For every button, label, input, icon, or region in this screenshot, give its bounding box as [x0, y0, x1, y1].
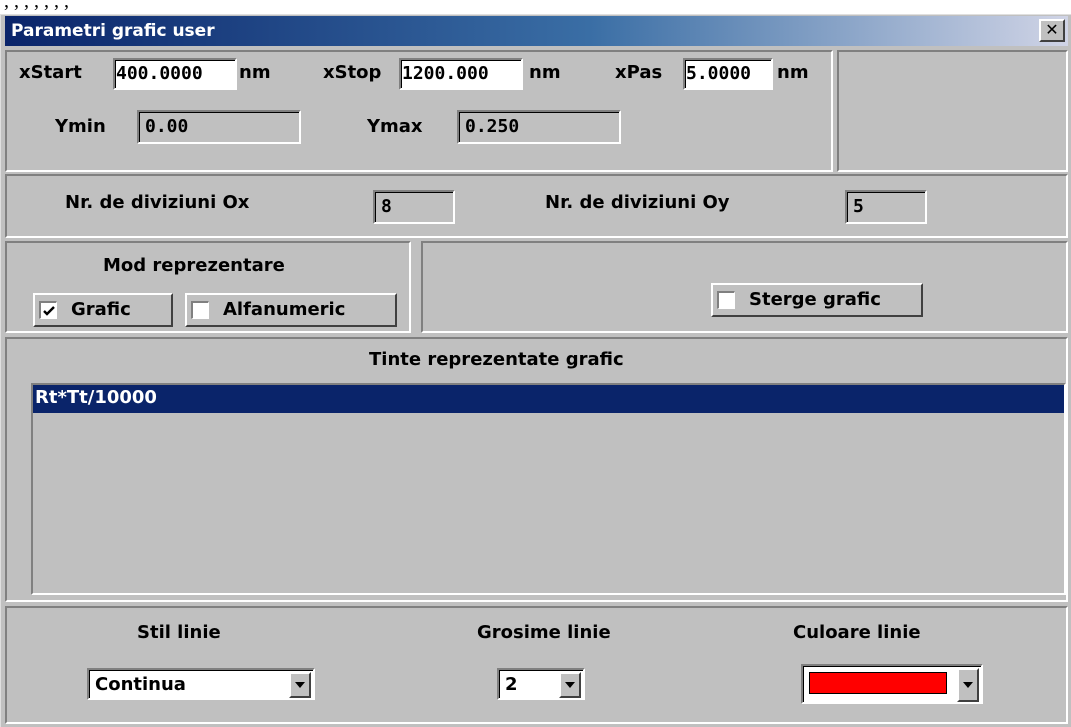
divisions-ox-input[interactable]: 8 [373, 190, 455, 224]
ymax-input[interactable]: 0.250 [457, 110, 621, 144]
line-style-value: Continua [95, 674, 186, 695]
grafic-label: Grafic [71, 299, 131, 320]
background-text-strip: , , , , , , , [0, 0, 1071, 14]
line-style-panel: Stil linie Continua Grosime linie 2 Culo… [5, 606, 1068, 724]
xpas-input[interactable]: 5.0000 [683, 58, 773, 90]
range-panel: xStart 400.0000 nm xStop 1200.000 nm xPa… [5, 50, 833, 172]
ymin-label: Ymin [55, 116, 106, 137]
xstop-unit: nm [529, 62, 561, 83]
targets-title: Tinte reprezentate grafic [369, 349, 624, 370]
divisions-oy-label: Nr. de diviziuni Oy [545, 192, 730, 213]
title-bar: Parametri grafic user ✕ [5, 16, 1068, 46]
close-button[interactable]: ✕ [1039, 19, 1065, 42]
line-color-swatch [809, 672, 947, 694]
chevron-down-icon [963, 682, 973, 688]
line-thickness-dropdown-button[interactable] [559, 672, 581, 698]
empty-panel-top-right [837, 50, 1068, 172]
divisions-oy-input[interactable]: 5 [845, 190, 927, 224]
alfanumeric-checkbox-box[interactable] [191, 301, 209, 319]
xstop-label: xStop [323, 62, 382, 83]
line-color-label: Culoare linie [793, 622, 921, 643]
close-icon: ✕ [1045, 20, 1059, 39]
xstop-input[interactable]: 1200.000 [399, 58, 523, 90]
list-item[interactable]: Rt*Tt/10000 [33, 385, 1064, 413]
grafic-checkbox-box[interactable] [39, 301, 57, 319]
targets-list[interactable]: Rt*Tt/10000 [31, 383, 1066, 595]
line-style-dropdown-button[interactable] [289, 672, 311, 698]
line-color-dropdown-button[interactable] [957, 668, 979, 702]
line-style-select[interactable]: Continua [87, 668, 315, 700]
chevron-down-icon [565, 682, 575, 688]
dialog-window: Parametri grafic user ✕ xStart 400.0000 … [0, 14, 1071, 727]
window-title: Parametri grafic user [11, 21, 215, 41]
xstart-unit: nm [239, 62, 271, 83]
line-style-label: Stil linie [137, 622, 221, 643]
divisions-panel: Nr. de diviziuni Ox 8 Nr. de diviziuni O… [5, 174, 1068, 238]
mode-title: Mod reprezentare [103, 255, 285, 276]
alfanumeric-checkbox[interactable]: Alfanumeric [185, 293, 397, 327]
divisions-ox-label: Nr. de diviziuni Ox [65, 192, 250, 213]
ymax-label: Ymax [367, 116, 423, 137]
alfanumeric-label: Alfanumeric [223, 299, 346, 320]
line-thickness-value: 2 [505, 674, 518, 695]
chevron-down-icon [295, 682, 305, 688]
line-thickness-select[interactable]: 2 [497, 668, 585, 700]
sterge-grafic-label: Sterge grafic [749, 289, 881, 310]
targets-panel: Tinte reprezentate grafic Rt*Tt/10000 [5, 337, 1068, 602]
line-color-select[interactable] [801, 664, 983, 704]
background-text: , , , , , , , [4, 0, 69, 12]
ymin-input[interactable]: 0.00 [137, 110, 301, 144]
sterge-grafic-checkbox-box[interactable] [717, 291, 735, 309]
xpas-label: xPas [615, 62, 663, 83]
sterge-grafic-checkbox[interactable]: Sterge grafic [711, 283, 923, 317]
line-thickness-label: Grosime linie [477, 622, 611, 643]
grafic-checkbox[interactable]: Grafic [33, 293, 173, 327]
mode-panel: Mod reprezentare Grafic Alfanumeric [5, 241, 411, 333]
xstart-input[interactable]: 400.0000 [113, 58, 237, 90]
xstart-label: xStart [19, 62, 82, 83]
sterge-panel: Sterge grafic [421, 241, 1068, 333]
checkmark-icon [43, 306, 55, 316]
xpas-unit: nm [777, 62, 809, 83]
